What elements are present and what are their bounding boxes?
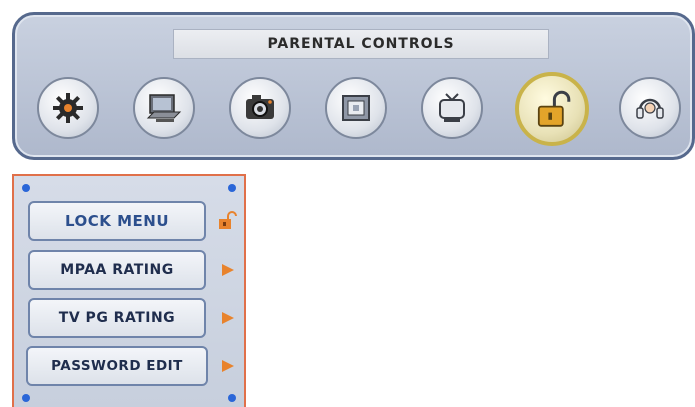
arrow-right-icon [216, 307, 238, 329]
arrow-right-icon [216, 259, 238, 281]
mpaa-rating-button[interactable]: MPAA RATING [28, 250, 206, 290]
main-menu-bar: PARENTAL CONTROLS [12, 12, 695, 160]
password-edit-button[interactable]: PASSWORD EDIT [26, 346, 208, 386]
pc-monitor-icon[interactable] [133, 77, 195, 139]
camera-icon[interactable] [229, 77, 291, 139]
corner-dot [228, 184, 236, 192]
corner-dot [22, 184, 30, 192]
tv-pg-rating-button[interactable]: TV PG RATING [28, 298, 206, 338]
tv-icon[interactable] [421, 77, 483, 139]
menu-icon-row [15, 71, 695, 151]
lock-menu-button[interactable]: LOCK MENU [28, 201, 206, 241]
lock-icon[interactable] [515, 72, 589, 146]
screen-window-icon[interactable] [325, 77, 387, 139]
padlock-unlocked-icon [216, 210, 238, 232]
settings-gear-icon[interactable] [37, 77, 99, 139]
arrow-right-icon [216, 355, 238, 377]
parental-controls-menu: LOCK MENU MPAA RATING TV PG RATING PASSW… [12, 174, 246, 407]
corner-dot [228, 394, 236, 402]
page-title: PARENTAL CONTROLS [173, 29, 549, 59]
help-headset-icon[interactable] [619, 77, 681, 139]
corner-dot [22, 394, 30, 402]
